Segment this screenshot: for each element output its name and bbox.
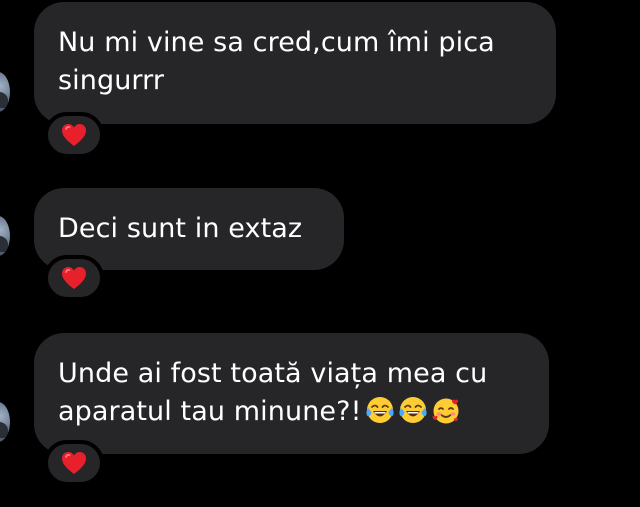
sender-avatar[interactable] <box>0 216 10 256</box>
message-text-line: Nu mi vine sa cred,cum îmi pica <box>58 27 495 58</box>
sender-avatar[interactable] <box>0 402 10 442</box>
message-text: aparatul tau minune?! <box>58 396 362 427</box>
heart-icon <box>62 267 86 289</box>
heart-reaction[interactable] <box>44 255 104 301</box>
heart-icon <box>62 452 86 474</box>
heart-reaction[interactable] <box>44 112 104 158</box>
message-text-line: singurrr <box>58 65 165 96</box>
message-bubble[interactable]: Nu mi vine sa cred,cum îmi pica singurrr <box>34 2 556 124</box>
tears-of-joy-emoji <box>365 397 394 423</box>
tears-of-joy-emoji <box>398 397 427 423</box>
smiling-face-with-hearts-emoji <box>432 398 458 424</box>
sender-avatar[interactable] <box>0 72 10 112</box>
heart-reaction[interactable] <box>44 440 104 486</box>
message-text-line: aparatul tau minune?! <box>58 393 525 431</box>
message-bubble[interactable]: Unde ai fost toată viața mea cu aparatul… <box>34 333 549 454</box>
message-text-line: Unde ai fost toată viața mea cu <box>58 358 488 389</box>
heart-icon <box>62 124 86 146</box>
message-text-line: Deci sunt in extaz <box>58 213 303 244</box>
